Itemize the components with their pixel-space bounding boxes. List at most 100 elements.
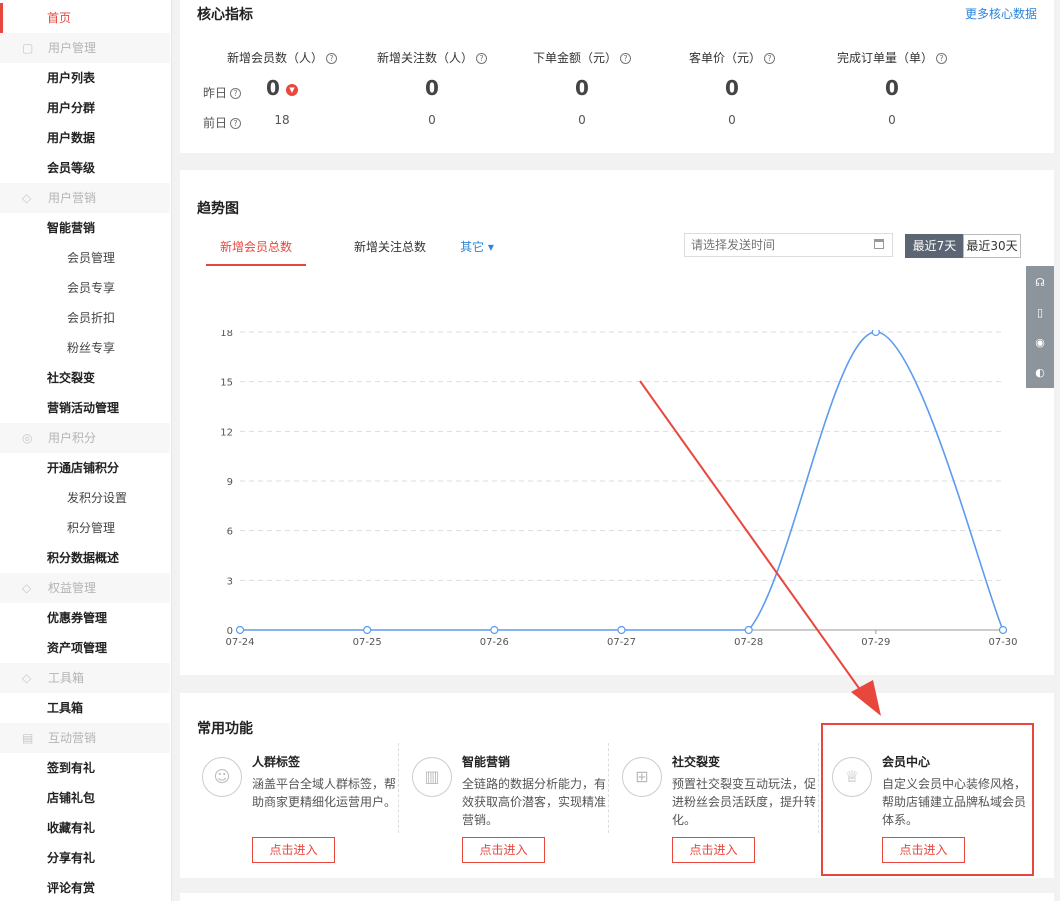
help-icon[interactable]: ? (326, 53, 337, 64)
data-point[interactable] (490, 625, 499, 635)
data-point[interactable] (998, 625, 1008, 635)
sidebar-item-label: 用户列表 (47, 71, 96, 85)
sidebar-item[interactable]: 社交裂变 (0, 363, 170, 393)
x-tick-label: 07-25 (353, 637, 382, 648)
function-desc: 预置社交裂变互动玩法，促进粉丝会员活跃度，提升转化。 (672, 777, 817, 827)
sidebar-item[interactable]: 粉丝专享 (0, 333, 170, 363)
sidebar-item[interactable]: 会员管理 (0, 243, 170, 273)
floating-toolbar: ☊ ▯ ◉ ◐ (1026, 266, 1054, 388)
metric-before-value: 0 (888, 113, 896, 127)
help-icon[interactable]: ? (230, 88, 242, 99)
sidebar-item[interactable]: 工具箱 (0, 693, 170, 723)
gift-icon: ⊞ (622, 757, 662, 797)
user-card-icon: ▢ (22, 41, 34, 55)
last-30-days-button[interactable]: 最近30天 (963, 234, 1021, 258)
customer-service-icon[interactable]: ☊ (1033, 276, 1047, 290)
enter-button[interactable]: 点击进入 (462, 837, 545, 863)
sidebar-item[interactable]: 用户列表 (0, 63, 170, 93)
sidebar-group: ◇ 权益管理 (0, 573, 170, 603)
sidebar: 首页 ▢ 用户管理用户列表用户分群 用户数据会员等级 ◇ 用户营销智能营销会员管理会员专享… (0, 0, 172, 901)
sidebar-item[interactable]: 签到有礼 (0, 753, 170, 783)
sidebar-item[interactable]: 营销活动管理 (0, 393, 170, 423)
tab-other-dropdown[interactable]: 其它 ▾ (452, 238, 502, 255)
sidebar-item-label: 评论有赏 (47, 881, 96, 895)
function-item: ⊞ 社交裂变 预置社交裂变互动玩法，促进粉丝会员活跃度，提升转化。 点击进入 (620, 749, 820, 869)
enter-button[interactable]: 点击进入 (882, 837, 965, 863)
tag-icon: ◇ (22, 671, 32, 685)
feedback-icon[interactable]: ◐ (1033, 366, 1047, 380)
record-icon[interactable]: ◉ (1033, 336, 1047, 350)
function-item: ♕ 会员中心 自定义会员中心装修风格，帮助店铺建立品牌私域会员体系。 点击进入 (830, 749, 1030, 869)
sidebar-item[interactable]: 积分管理 (0, 513, 170, 543)
sidebar-item[interactable]: 会员等级 (0, 153, 170, 183)
tab-new-followers[interactable]: 新增关注总数 (340, 238, 440, 255)
sidebar-item-label: 首页 (47, 11, 72, 25)
sidebar-item[interactable]: 用户数据 (0, 123, 170, 153)
sidebar-item-label: 会员等级 (47, 161, 96, 175)
help-icon[interactable]: ? (936, 53, 947, 64)
y-tick-label: 18 (220, 330, 233, 339)
more-core-data-link[interactable]: 更多核心数据 (965, 5, 1037, 22)
metric-before-value: 0 (428, 113, 436, 127)
sidebar-item[interactable]: 智能营销 (0, 213, 170, 243)
analytics-icon: ▥ (412, 757, 452, 797)
data-point[interactable] (235, 625, 245, 635)
x-tick-label: 07-30 (988, 637, 1017, 648)
enter-button[interactable]: 点击进入 (672, 837, 755, 863)
metric-before-value: 0 (578, 113, 586, 127)
calendar-icon[interactable] (874, 239, 884, 249)
tag-icon: ◇ (22, 581, 32, 595)
y-tick-label: 12 (220, 427, 233, 438)
points-icon: ◎ (22, 431, 33, 445)
y-tick-label: 0 (227, 626, 233, 637)
sidebar-item[interactable]: 分享有礼 (0, 843, 170, 873)
data-point[interactable] (617, 625, 626, 635)
data-point[interactable] (363, 625, 372, 635)
sidebar-item[interactable]: 开通店铺积分 (0, 453, 170, 483)
sidebar-item[interactable]: 资产项管理 (0, 633, 170, 663)
sidebar-item[interactable]: 首页 (0, 3, 170, 33)
function-desc: 涵盖平台全域人群标签，帮助商家更精细化运营用户。 (252, 777, 397, 809)
calendar-icon: ▤ (22, 731, 34, 745)
data-point[interactable] (744, 625, 753, 635)
enter-button[interactable]: 点击进入 (252, 837, 335, 863)
book-icon[interactable]: ▯ (1033, 306, 1047, 320)
sidebar-item-label: 会员管理 (67, 251, 116, 265)
sidebar-item[interactable]: 店铺礼包 (0, 783, 170, 813)
help-icon[interactable]: ? (476, 53, 487, 64)
help-icon[interactable]: ? (764, 53, 775, 64)
sidebar-item-label: 签到有礼 (47, 761, 96, 775)
sidebar-item-label: 用户积分 (48, 431, 97, 445)
function-desc: 全链路的数据分析能力，有效获取高价潜客，实现精准营销。 (462, 777, 607, 827)
sidebar-item[interactable]: 评论有赏 (0, 873, 170, 901)
sidebar-item-label: 优惠券管理 (47, 611, 108, 625)
sidebar-item[interactable]: 优惠券管理 (0, 603, 170, 633)
function-name: 人群标签 (252, 755, 301, 769)
x-tick-label: 07-24 (225, 637, 254, 648)
sidebar-item-label: 智能营销 (47, 221, 96, 235)
x-tick-label: 07-28 (734, 637, 763, 648)
help-icon[interactable]: ? (230, 118, 242, 129)
sidebar-item-label: 会员专享 (67, 281, 116, 295)
data-point[interactable] (871, 330, 880, 337)
sidebar-group: ▢ 用户管理 (0, 33, 170, 63)
trend-card: 趋势图 新增会员总数 新增关注总数 其它 ▾ 最近7天 最近30天 0 3 6 9 12… (180, 170, 1054, 675)
sidebar-item-label: 用户管理 (48, 41, 97, 55)
date-picker-input[interactable] (684, 233, 893, 257)
divider (608, 743, 609, 833)
sidebar-item[interactable]: 会员折扣 (0, 303, 170, 333)
sidebar-group: ◇ 用户营销 (0, 183, 170, 213)
common-functions-card: 常用功能 ☺ 人群标签 涵盖平台全域人群标签，帮助商家更精细化运营用户。 点击进入 ▥ 智… (180, 693, 1054, 878)
last-7-days-button[interactable]: 最近7天 (905, 234, 964, 258)
sidebar-item[interactable]: 收藏有礼 (0, 813, 170, 843)
tab-new-members[interactable]: 新增会员总数 (206, 238, 306, 266)
down-arrow-icon: ▼ (285, 83, 298, 96)
sidebar-item-label: 资产项管理 (47, 641, 108, 655)
sidebar-item[interactable]: 用户分群 (0, 93, 170, 123)
function-name: 智能营销 (462, 755, 511, 769)
sidebar-item[interactable]: 会员专享 (0, 273, 170, 303)
help-icon[interactable]: ? (620, 53, 631, 64)
sidebar-item[interactable]: 积分数据概述 (0, 543, 170, 573)
metric-before-value: 0 (728, 113, 736, 127)
sidebar-item[interactable]: 发积分设置 (0, 483, 170, 513)
